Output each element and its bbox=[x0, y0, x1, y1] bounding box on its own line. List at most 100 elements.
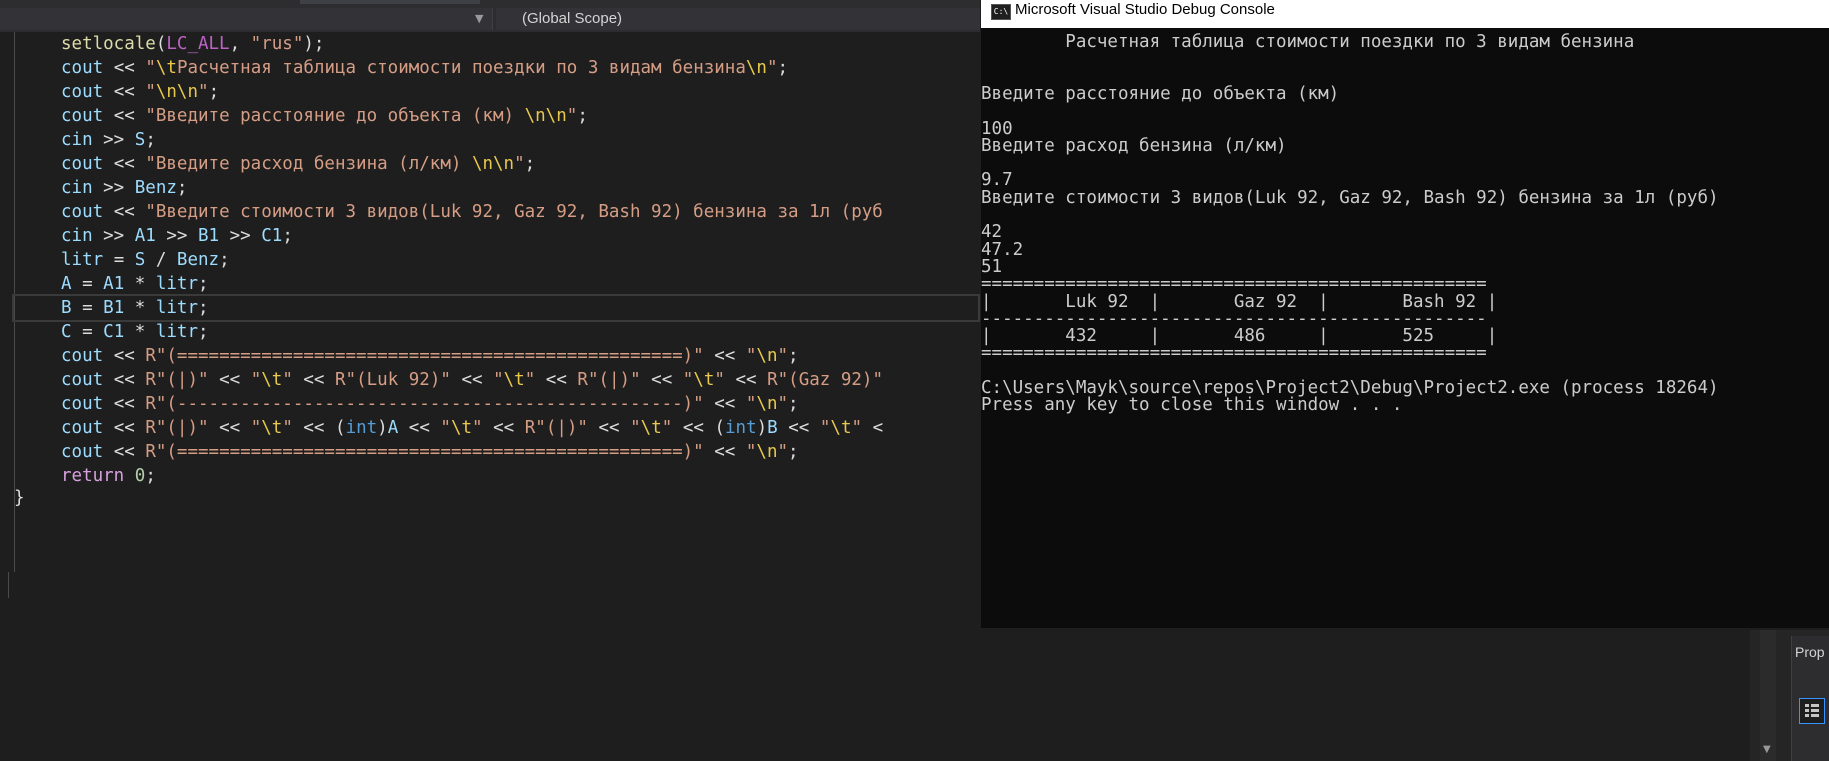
code-token: < bbox=[862, 418, 884, 438]
code-token: ; bbox=[777, 58, 789, 78]
code-token: \t bbox=[261, 418, 283, 438]
editor-scrollbar[interactable] bbox=[1760, 630, 1776, 761]
code-token: \t bbox=[261, 370, 283, 390]
code-token: ( bbox=[335, 418, 346, 438]
file-members-dropdown[interactable]: ▼ bbox=[0, 8, 493, 30]
code-token: " bbox=[472, 418, 483, 438]
code-token: cout bbox=[61, 394, 104, 414]
debug-console-window[interactable]: C:\ Microsoft Visual Studio Debug Consol… bbox=[981, 0, 1829, 628]
closing-brace: } bbox=[14, 488, 25, 508]
code-token: << bbox=[208, 418, 251, 438]
code-token: " bbox=[682, 370, 694, 390]
code-token: << bbox=[587, 418, 631, 438]
code-token: C1 bbox=[261, 226, 283, 246]
properties-panel-tab[interactable]: Prop bbox=[1791, 636, 1829, 761]
code-token: \n\n bbox=[155, 82, 199, 102]
console-title-bar[interactable]: C:\ Microsoft Visual Studio Debug Consol… bbox=[981, 0, 1829, 28]
code-token: \t bbox=[693, 370, 715, 390]
console-output: Расчетная таблица стоимости поездки по 3… bbox=[981, 28, 1829, 628]
code-token: A bbox=[61, 274, 72, 294]
scope-label: (Global Scope) bbox=[522, 10, 623, 27]
code-token: R"(Luk 92)" bbox=[335, 370, 451, 390]
code-token: cout bbox=[61, 58, 104, 78]
code-token: ); bbox=[303, 34, 325, 54]
code-token: LC_ALL bbox=[166, 34, 230, 54]
code-editor[interactable]: setlocale(LC_ALL, "rus"); cout << "\tРасч… bbox=[0, 32, 980, 761]
code-token: ; bbox=[145, 466, 156, 486]
code-token: / bbox=[145, 250, 177, 270]
code-token: " bbox=[198, 82, 209, 102]
code-token: << bbox=[535, 370, 578, 390]
code-token: " bbox=[145, 58, 156, 78]
code-token: " bbox=[777, 442, 789, 462]
code-token: ; bbox=[145, 130, 156, 150]
code-token: ; bbox=[524, 154, 536, 174]
code-token: = bbox=[103, 250, 135, 270]
code-token: << bbox=[703, 346, 746, 366]
editor-navigation-bar: ▼ (Global Scope) bbox=[0, 4, 980, 32]
code-token: Benz bbox=[134, 178, 177, 198]
code-token: << bbox=[292, 370, 336, 390]
code-token: << bbox=[103, 106, 146, 126]
code-token: << bbox=[103, 154, 146, 174]
code-token: S bbox=[134, 250, 146, 270]
code-token: " bbox=[566, 106, 578, 126]
code-token: cout bbox=[61, 202, 104, 222]
code-token: " bbox=[514, 154, 525, 174]
console-line: ========================================… bbox=[981, 343, 1487, 364]
code-token: int bbox=[725, 418, 757, 438]
code-token: \n bbox=[756, 394, 778, 414]
code-token: R"(|)" bbox=[145, 418, 209, 438]
code-token: << bbox=[724, 370, 768, 390]
code-token: << bbox=[703, 394, 746, 414]
code-token: cout bbox=[61, 82, 104, 102]
code-token: * bbox=[124, 298, 156, 318]
code-token: ( bbox=[714, 418, 725, 438]
code-token: " bbox=[745, 346, 757, 366]
code-token: \n bbox=[745, 58, 767, 78]
scroll-down-icon[interactable]: ▼ bbox=[1763, 744, 1771, 755]
code-token: R"(-------------------------------------… bbox=[145, 394, 704, 414]
indent-guide bbox=[8, 572, 9, 598]
code-token: >> bbox=[92, 178, 135, 198]
code-token: << bbox=[103, 418, 146, 438]
code-token: ; bbox=[282, 226, 293, 246]
code-token: R"(|)" bbox=[577, 370, 641, 390]
console-line: Введите расстояние до объекта (км) bbox=[981, 83, 1340, 104]
code-token: ; bbox=[577, 106, 588, 126]
code-token: " bbox=[250, 418, 262, 438]
code-token: Benz bbox=[176, 250, 220, 270]
code-token: , bbox=[229, 34, 251, 54]
code-token: ; bbox=[788, 442, 799, 462]
code-token: C bbox=[61, 322, 72, 342]
code-token: \t bbox=[450, 418, 473, 438]
code-token: >> bbox=[155, 226, 198, 246]
code-token: ) bbox=[756, 418, 768, 438]
code-token: << bbox=[103, 202, 146, 222]
code-token: ; bbox=[788, 346, 799, 366]
console-app-icon: C:\ bbox=[991, 4, 1011, 20]
code-token: cin bbox=[61, 130, 93, 150]
property-pages-icon[interactable] bbox=[1799, 698, 1825, 724]
code-token: " bbox=[145, 82, 156, 102]
scope-dropdown[interactable]: (Global Scope) bbox=[496, 8, 980, 30]
code-token: << bbox=[482, 418, 525, 438]
code-token: C1 bbox=[103, 322, 125, 342]
code-token: " bbox=[440, 418, 451, 438]
code-token: B1 bbox=[103, 298, 125, 318]
code-token: * bbox=[124, 274, 156, 294]
code-token: R"(=====================================… bbox=[145, 346, 704, 366]
code-token: cout bbox=[61, 370, 104, 390]
code-token: "Введите расход бензина (л/км) bbox=[145, 154, 472, 174]
code-token: ; bbox=[198, 298, 209, 318]
code-token: int bbox=[345, 418, 378, 438]
code-token: \t bbox=[155, 58, 177, 78]
code-token: << bbox=[703, 442, 746, 462]
code-token: \t bbox=[503, 370, 525, 390]
code-token: cin bbox=[61, 226, 93, 246]
code-token: ) bbox=[377, 418, 388, 438]
code-token: cout bbox=[61, 346, 104, 366]
code-token: litr bbox=[61, 250, 104, 270]
code-token: ; bbox=[208, 82, 220, 102]
code-token: litr bbox=[155, 322, 198, 342]
